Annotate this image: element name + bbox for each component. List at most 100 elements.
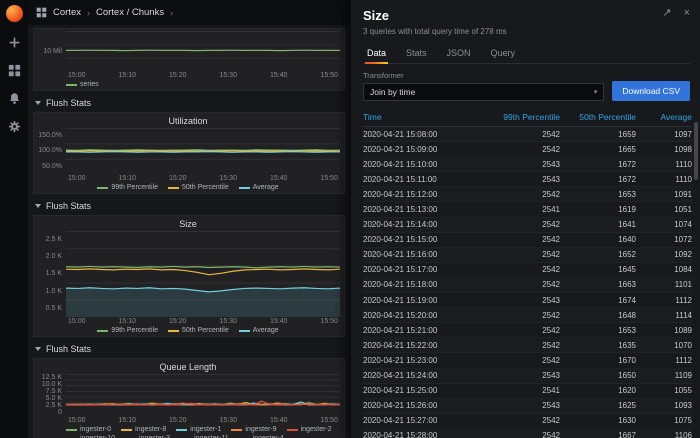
cell-average: 1101: [674, 280, 692, 290]
legend-label: series: [80, 81, 99, 88]
legend-item[interactable]: ingester-1: [176, 426, 221, 433]
legend-dash-icon: [176, 428, 188, 431]
configuration-gear-icon[interactable]: [7, 119, 22, 134]
utilization-y-axis: 150.0% 100.0% 50.0%: [36, 128, 66, 174]
top-x-axis: 15:00 15:10 15:20 15:30 15:40 15:50: [66, 71, 340, 79]
queue-legend: ingester-0 ingester-8 ingester-1 ingeste…: [36, 424, 340, 438]
x-tick-label: 15:30: [219, 175, 237, 182]
inspect-title: Size: [363, 8, 390, 23]
drawer-scrollbar[interactable]: [694, 122, 698, 180]
cell-99th: 2542: [542, 280, 560, 290]
x-tick-label: 15:40: [269, 417, 288, 424]
legend-item[interactable]: 99th Percentile: [97, 327, 158, 334]
legend-item[interactable]: ingester-2: [286, 426, 332, 433]
legend-item[interactable]: ingester-8: [121, 426, 166, 433]
cell-time: 2020-04-21 15:08:00: [363, 129, 438, 139]
grafana-logo[interactable]: [5, 5, 23, 22]
cell-50th: 1620: [618, 386, 636, 396]
dashboard-grid-icon[interactable]: [36, 7, 47, 18]
cell-99th: 2542: [542, 416, 560, 426]
tab-stats[interactable]: Stats: [404, 44, 429, 63]
inspect-drawer-header: Size ↗ × 3 queries with total query time…: [351, 0, 700, 64]
cell-average: 1114: [675, 310, 692, 320]
transformer-label: Transformer: [363, 71, 404, 80]
cell-99th: 2541: [542, 386, 560, 396]
cell-average: 1092: [674, 250, 692, 260]
table-row: 2020-04-21 15:23:00 2542 1670 1112: [363, 353, 692, 368]
cell-99th: 2543: [542, 295, 560, 305]
legend-item[interactable]: Average: [238, 327, 279, 334]
utilization-x-axis: 15:00 15:10 15:20 15:30 15:40 15:50: [66, 174, 340, 182]
utilization-plot-area[interactable]: [66, 128, 340, 174]
column-header-50th[interactable]: 50th Percentile: [560, 109, 636, 126]
column-header-average[interactable]: Average: [636, 109, 692, 126]
legend-item[interactable]: 50th Percentile: [168, 327, 229, 334]
cell-50th: 1665: [618, 144, 636, 154]
column-header-time[interactable]: Time: [363, 109, 484, 126]
x-tick-label: 15:50: [320, 72, 338, 79]
cell-99th: 2543: [542, 401, 560, 411]
table-header-row: Time 99th Percentile 50th Percentile Ave…: [363, 109, 692, 127]
size-plot-area[interactable]: [66, 231, 340, 317]
top-navbar: Cortex › Cortex / Chunks ›: [28, 0, 350, 25]
x-tick-label: 15:20: [168, 175, 187, 182]
tab-data[interactable]: Data: [365, 44, 389, 64]
alerting-bell-icon[interactable]: [7, 91, 22, 106]
expand-drawer-icon[interactable]: ↗: [662, 8, 671, 19]
legend-dash-icon: [66, 428, 77, 431]
y-tick-label: 1.0 K: [45, 287, 62, 295]
cell-average: 1106: [674, 431, 692, 438]
cell-time: 2020-04-21 15:27:00: [363, 416, 438, 426]
queue-plot-area[interactable]: [66, 374, 340, 408]
inspect-data-table: Time 99th Percentile 50th Percentile Ave…: [351, 109, 700, 438]
transformer-select[interactable]: Join by time ▾: [363, 83, 605, 101]
row-header-flush-stats-3[interactable]: Flush Stats: [33, 341, 345, 358]
cell-average: 1072: [674, 235, 692, 245]
row-header-flush-stats-2[interactable]: Flush Stats: [33, 198, 345, 215]
legend-item[interactable]: ingester-9: [231, 426, 277, 433]
tab-json[interactable]: JSON: [445, 44, 473, 63]
panel-title-queue-length[interactable]: Queue Length: [36, 361, 340, 374]
table-row: 2020-04-21 15:13:00 2541 1619 1051: [363, 202, 692, 217]
panel-title-size[interactable]: Size: [36, 218, 340, 231]
legend-item[interactable]: Average: [238, 184, 279, 191]
legend-dash-icon: [231, 428, 243, 431]
y-tick-label: 150.0%: [38, 132, 62, 140]
cell-time: 2020-04-21 15:23:00: [363, 355, 438, 365]
row-header-label: Flush Stats: [46, 98, 92, 108]
dashboards-icon[interactable]: [7, 63, 22, 78]
x-tick-label: 15:50: [320, 417, 338, 424]
cell-50th: 1645: [618, 265, 636, 275]
legend-item[interactable]: 99th Percentile: [97, 184, 158, 191]
legend-dash-icon: [286, 428, 298, 431]
cell-50th: 1670: [618, 355, 636, 365]
cell-time: 2020-04-21 15:24:00: [363, 371, 438, 381]
legend-label: ingester-0: [80, 426, 112, 433]
inspect-controls: Transformer Join by time ▾ Download CSV: [351, 64, 700, 109]
y-tick-label: 10 Mil: [43, 47, 62, 55]
close-icon[interactable]: ×: [684, 8, 690, 19]
column-header-99th[interactable]: 99th Percentile: [484, 109, 560, 126]
legend-item[interactable]: series: [66, 81, 99, 88]
x-tick-label: 15:50: [320, 175, 338, 182]
cell-time: 2020-04-21 15:14:00: [363, 220, 438, 230]
legend-item[interactable]: 50th Percentile: [168, 184, 229, 191]
row-collapse-chevron-icon: [35, 101, 41, 105]
tab-query[interactable]: Query: [489, 44, 518, 63]
legend-label: Average: [252, 327, 279, 334]
download-csv-button[interactable]: Download CSV: [612, 81, 690, 101]
breadcrumb-page[interactable]: Cortex / Chunks: [96, 7, 164, 18]
row-header-flush-stats-1[interactable]: Flush Stats: [33, 95, 345, 112]
grafana-app: Cortex › Cortex / Chunks › 10 Mil 15:00 1…: [0, 0, 700, 438]
cell-50th: 1659: [618, 129, 636, 139]
create-plus-icon[interactable]: [7, 35, 22, 50]
size-x-axis: 15:00 15:10 15:20 15:30 15:40 15:50: [66, 317, 340, 325]
legend-item[interactable]: ingester-0: [66, 426, 111, 433]
x-tick-label: 15:00: [68, 72, 86, 79]
y-tick-label: 2.5 K: [45, 402, 62, 409]
breadcrumb-root[interactable]: Cortex: [53, 7, 81, 18]
top-plot-area[interactable]: [66, 31, 340, 71]
legend-dash-icon: [168, 329, 180, 332]
panel-title-utilization[interactable]: Utilization: [36, 115, 340, 128]
x-tick-label: 15:10: [118, 318, 137, 325]
